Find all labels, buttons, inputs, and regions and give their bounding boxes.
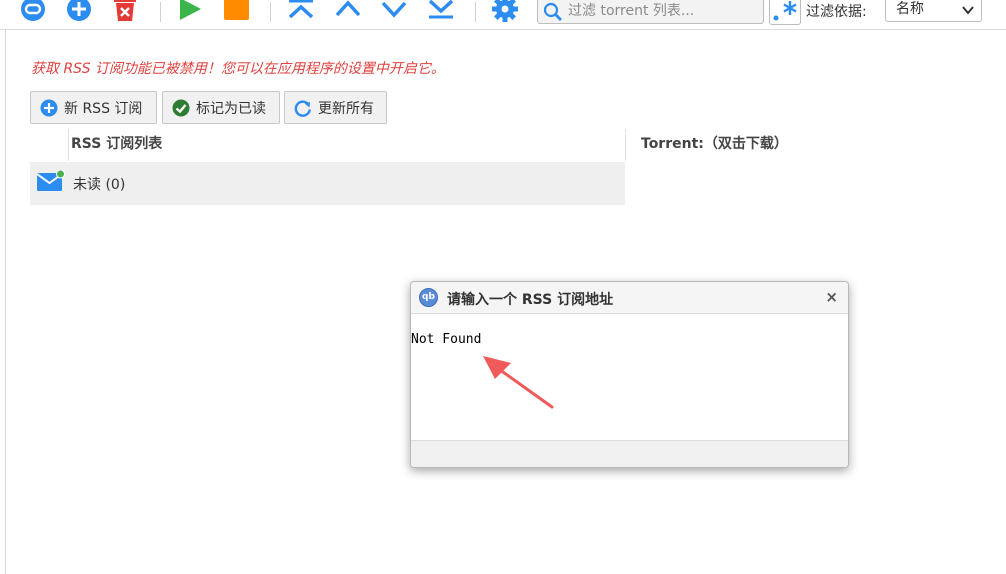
move-up-icon[interactable] [333, 0, 363, 24]
toolbar-separator [270, 2, 271, 22]
move-top-icon[interactable] [286, 0, 316, 24]
panel-left-border [5, 30, 6, 574]
annotation-arrow-icon [483, 356, 554, 409]
link-icon[interactable] [18, 0, 48, 24]
refresh-icon [294, 99, 312, 117]
check-circle-icon [172, 99, 190, 117]
dialog-footer [411, 440, 848, 467]
mark-as-read-label: 标记为已读 [196, 100, 266, 117]
feeds-list-header: RSS 订阅列表 [68, 129, 625, 161]
main-toolbar: 过滤依据: 名称 [0, 0, 1006, 30]
chevron-down-icon [962, 2, 974, 25]
dialog-titlebar[interactable]: qb 请输入一个 RSS 订阅地址 × [411, 282, 848, 314]
toolbar-separator [160, 2, 161, 22]
mail-icon [36, 169, 66, 198]
dialog-body: Not Found [411, 314, 848, 440]
feed-item-unread[interactable]: 未读 (0) [30, 162, 625, 205]
settings-icon[interactable] [490, 0, 520, 24]
update-all-label: 更新所有 [318, 100, 374, 117]
move-down-icon[interactable] [379, 0, 409, 24]
update-all-button[interactable]: 更新所有 [284, 91, 387, 124]
filter-by-selected-value: 名称 [896, 1, 924, 17]
delete-icon[interactable] [110, 0, 140, 24]
search-input[interactable] [568, 0, 758, 22]
dialog-message: Not Found [411, 332, 482, 347]
search-icon [543, 2, 563, 26]
filter-by-label: 过滤依据: [806, 4, 867, 20]
dialog-title: 请输入一个 RSS 订阅地址 [447, 292, 614, 308]
feed-item-label: 未读 (0) [73, 177, 126, 193]
rss-disabled-notice: 获取 RSS 订阅功能已被禁用！您可以在应用程序的设置中开启它。 [31, 61, 445, 77]
add-icon [40, 99, 58, 117]
play-icon[interactable] [175, 0, 205, 24]
torrents-list-header: Torrent:（双击下载） [625, 129, 1006, 161]
stop-icon[interactable] [222, 0, 252, 24]
qbittorrent-logo-icon: qb [419, 288, 438, 307]
toolbar-separator [475, 2, 476, 22]
regex-icon [773, 1, 797, 21]
close-icon[interactable]: × [825, 288, 838, 306]
filter-by-select[interactable]: 名称 [885, 0, 982, 22]
torrent-filter-search[interactable] [537, 0, 764, 24]
add-icon[interactable] [64, 0, 94, 24]
mark-as-read-button[interactable]: 标记为已读 [162, 91, 280, 124]
move-bottom-icon[interactable] [426, 0, 456, 24]
new-rss-feed-label: 新 RSS 订阅 [64, 100, 143, 117]
rss-url-dialog: qb 请输入一个 RSS 订阅地址 × Not Found [410, 281, 849, 468]
regex-toggle-button[interactable] [769, 0, 801, 25]
new-rss-feed-button[interactable]: 新 RSS 订阅 [30, 91, 157, 124]
